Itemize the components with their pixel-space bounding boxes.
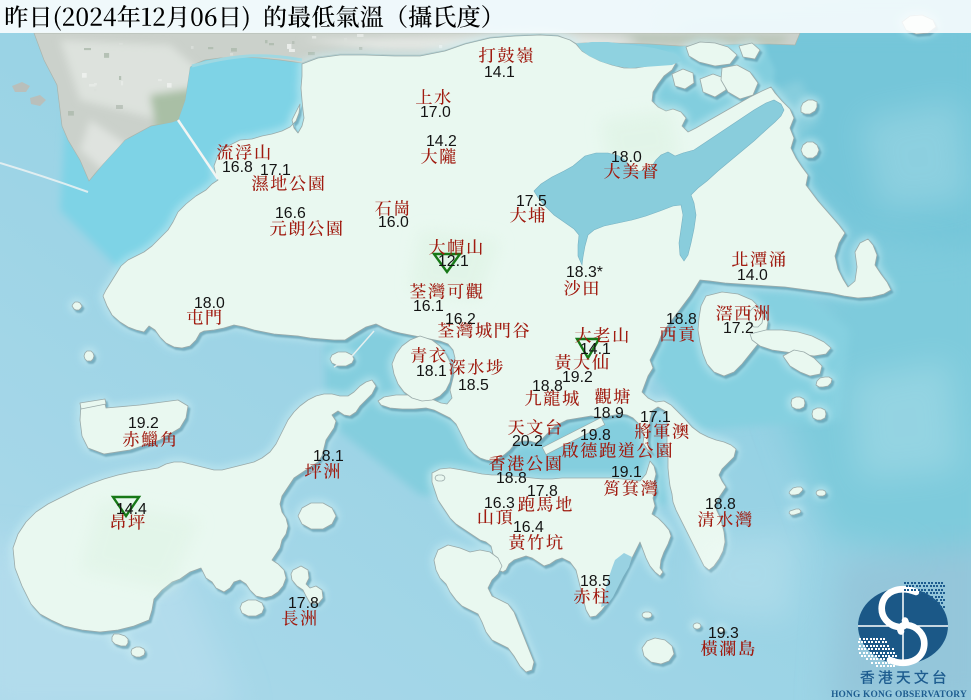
svg-text:18.8: 18.8 <box>532 378 563 395</box>
svg-text:19.8: 19.8 <box>580 427 611 444</box>
svg-text:18.9: 18.9 <box>593 405 624 422</box>
svg-text:16.1: 16.1 <box>413 298 444 315</box>
svg-text:16.3: 16.3 <box>484 495 515 512</box>
svg-text:18.3*: 18.3* <box>566 264 603 281</box>
svg-text:18.8: 18.8 <box>496 470 527 487</box>
svg-text:16.8: 16.8 <box>222 159 253 176</box>
svg-text:14.0: 14.0 <box>737 267 768 284</box>
svg-text:17.1: 17.1 <box>640 409 671 426</box>
svg-text:17.2: 17.2 <box>723 320 754 337</box>
svg-text:14.2: 14.2 <box>426 133 457 150</box>
svg-text:14.1: 14.1 <box>580 341 611 358</box>
svg-text:20.2: 20.2 <box>512 433 543 450</box>
svg-text:18.8: 18.8 <box>705 496 736 513</box>
svg-text:14.1: 14.1 <box>484 64 515 81</box>
svg-text:16.0: 16.0 <box>378 214 409 231</box>
svg-text:18.1: 18.1 <box>416 363 447 380</box>
svg-text:18.1: 18.1 <box>313 448 344 465</box>
svg-text:17.5: 17.5 <box>516 193 547 210</box>
svg-text:18.0: 18.0 <box>194 295 225 312</box>
svg-text:16.4: 16.4 <box>513 519 544 536</box>
svg-text:18.5: 18.5 <box>580 573 611 590</box>
svg-text:17.0: 17.0 <box>420 104 451 121</box>
svg-text:HONG KONG OBSERVATORY: HONG KONG OBSERVATORY <box>831 690 967 700</box>
svg-text:12.1: 12.1 <box>438 253 469 270</box>
svg-text:19.2: 19.2 <box>562 369 593 386</box>
svg-text:19.1: 19.1 <box>611 464 642 481</box>
svg-text:17.8: 17.8 <box>527 483 558 500</box>
svg-text:19.2: 19.2 <box>128 415 159 432</box>
svg-text:18.0: 18.0 <box>611 149 642 166</box>
svg-text:16.6: 16.6 <box>275 205 306 222</box>
svg-text:19.3: 19.3 <box>708 625 739 642</box>
svg-text:14.4: 14.4 <box>116 501 147 518</box>
svg-text:17.1: 17.1 <box>260 162 291 179</box>
svg-text:16.2: 16.2 <box>445 311 476 328</box>
svg-text:18.5: 18.5 <box>458 377 489 394</box>
svg-text:18.8: 18.8 <box>666 311 697 328</box>
svg-text:17.8: 17.8 <box>288 595 319 612</box>
